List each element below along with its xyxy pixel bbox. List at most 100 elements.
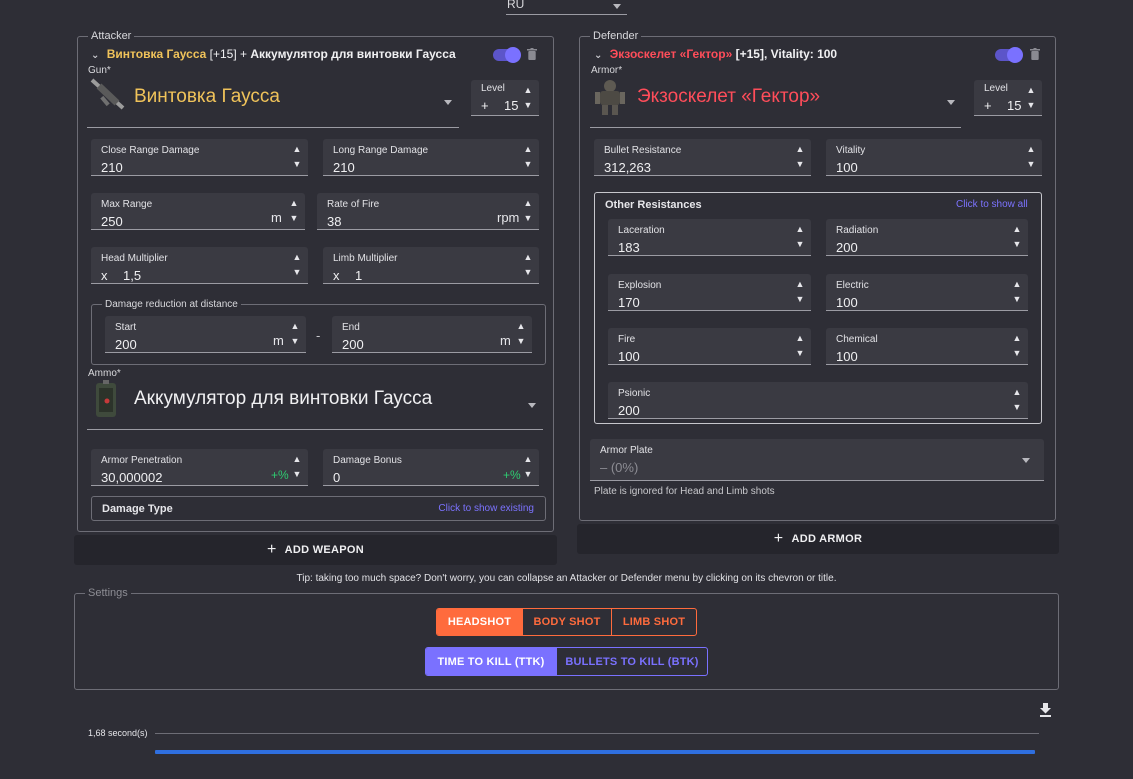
fire-field[interactable]: Fire 100 ▲ ▼: [608, 328, 811, 365]
level-stepper[interactable]: ▲ ▼: [522, 83, 534, 113]
level-stepper[interactable]: ▲ ▼: [1025, 83, 1037, 113]
stepper[interactable]: ▲ ▼: [515, 319, 527, 349]
chevron-down-icon[interactable]: ⌄: [594, 50, 602, 61]
damage-type-link[interactable]: Click to show existing: [438, 503, 534, 514]
chevron-down-icon[interactable]: ▼: [515, 334, 527, 349]
headshot-button[interactable]: HEADSHOT: [437, 609, 522, 635]
max-range-field[interactable]: Max Range 250 m ▲ ▼: [91, 193, 305, 230]
defender-title[interactable]: ⌄ Экзоскелет «Гектор» [+15], Vitality: 1…: [594, 47, 837, 61]
chevron-up-icon[interactable]: ▲: [289, 319, 301, 334]
add-armor-button[interactable]: + ADD ARMOR: [577, 524, 1059, 554]
psionic-field[interactable]: Psionic 200 ▲ ▼: [608, 382, 1028, 419]
chevron-down-icon[interactable]: ▼: [1011, 292, 1023, 307]
stepper[interactable]: ▲ ▼: [289, 319, 301, 349]
stepper[interactable]: ▲ ▼: [522, 196, 534, 226]
stepper[interactable]: ▲ ▼: [1011, 385, 1023, 415]
stepper[interactable]: ▲ ▼: [794, 277, 806, 307]
chevron-up-icon[interactable]: ▲: [794, 222, 806, 237]
stepper[interactable]: ▲ ▼: [288, 196, 300, 226]
chevron-up-icon[interactable]: ▲: [522, 196, 534, 211]
attacker-title[interactable]: ⌄ Винтовка Гаусса [+15] + Аккумулятор дл…: [91, 47, 456, 61]
armor-penetration-field[interactable]: Armor Penetration 30,000002 +% ▲ ▼: [91, 449, 308, 486]
rate-of-fire-field[interactable]: Rate of Fire 38 rpm ▲ ▼: [317, 193, 539, 230]
laceration-field[interactable]: Laceration 183 ▲ ▼: [608, 219, 811, 256]
chevron-down-icon[interactable]: ▼: [1025, 157, 1037, 172]
chevron-up-icon[interactable]: ▲: [522, 142, 534, 157]
add-weapon-button[interactable]: + ADD WEAPON: [74, 535, 557, 565]
stepper[interactable]: ▲ ▼: [1011, 222, 1023, 252]
electric-field[interactable]: Electric 100 ▲ ▼: [826, 274, 1028, 311]
stepper[interactable]: ▲ ▼: [1025, 142, 1037, 172]
chevron-down-icon[interactable]: ▼: [522, 157, 534, 172]
chevron-down-icon[interactable]: ▼: [1011, 400, 1023, 415]
explosion-field[interactable]: Explosion 170 ▲ ▼: [608, 274, 811, 311]
chevron-down-icon[interactable]: ▼: [522, 265, 534, 280]
download-icon[interactable]: [1039, 703, 1052, 717]
long-range-damage-field[interactable]: Long Range Damage 210 ▲ ▼: [323, 139, 539, 176]
chemical-field[interactable]: Chemical 100 ▲ ▼: [826, 328, 1028, 365]
close-range-damage-field[interactable]: Close Range Damage 210 ▲ ▼: [91, 139, 308, 176]
chevron-up-icon[interactable]: ▲: [522, 452, 534, 467]
stepper[interactable]: ▲ ▼: [522, 250, 534, 280]
chevron-down-icon[interactable]: ▼: [1025, 98, 1037, 113]
body-shot-button[interactable]: BODY SHOT: [522, 609, 611, 635]
chevron-down-icon[interactable]: ▼: [1011, 237, 1023, 252]
stepper[interactable]: ▲ ▼: [291, 250, 303, 280]
chevron-down-icon[interactable]: ▼: [522, 467, 534, 482]
chevron-up-icon[interactable]: ▲: [1011, 222, 1023, 237]
chevron-down-icon[interactable]: ▼: [794, 292, 806, 307]
damage-bonus-field[interactable]: Damage Bonus 0 +% ▲ ▼: [323, 449, 539, 486]
chevron-down-icon[interactable]: ▼: [522, 211, 534, 226]
chevron-up-icon[interactable]: ▲: [794, 142, 806, 157]
chevron-up-icon[interactable]: ▲: [291, 452, 303, 467]
damage-type-box[interactable]: Damage Type Click to show existing: [91, 496, 546, 521]
defender-enable-toggle[interactable]: [995, 47, 1023, 63]
reduction-start-field[interactable]: Start 200 m ▲ ▼: [105, 316, 306, 353]
chevron-up-icon[interactable]: ▲: [291, 250, 303, 265]
limb-multiplier-field[interactable]: Limb Multiplier x 1 ▲ ▼: [323, 247, 539, 284]
stepper[interactable]: ▲ ▼: [522, 452, 534, 482]
chevron-up-icon[interactable]: ▲: [522, 250, 534, 265]
stepper[interactable]: ▲ ▼: [794, 222, 806, 252]
language-select[interactable]: RU: [506, 0, 627, 15]
ammo-select[interactable]: Аккумулятор для винтовки Гаусса: [87, 378, 543, 430]
chevron-down-icon[interactable]: [528, 403, 536, 408]
trash-icon[interactable]: [527, 48, 537, 60]
chevron-down-icon[interactable]: ▼: [289, 334, 301, 349]
chevron-down-icon[interactable]: [444, 100, 452, 105]
vitality-field[interactable]: Vitality 100 ▲ ▼: [826, 139, 1042, 176]
chevron-down-icon[interactable]: ▼: [522, 98, 534, 113]
radiation-field[interactable]: Radiation 200 ▲ ▼: [826, 219, 1028, 256]
stepper[interactable]: ▲ ▼: [522, 142, 534, 172]
chevron-up-icon[interactable]: ▲: [1011, 331, 1023, 346]
stepper[interactable]: ▲ ▼: [291, 142, 303, 172]
gun-select[interactable]: Винтовка Гаусса: [87, 78, 459, 128]
chevron-up-icon[interactable]: ▲: [288, 196, 300, 211]
chevron-down-icon[interactable]: [1022, 458, 1030, 463]
reduction-end-field[interactable]: End 200 m ▲ ▼: [332, 316, 532, 353]
attacker-enable-toggle[interactable]: [493, 47, 521, 63]
chevron-down-icon[interactable]: ▼: [291, 157, 303, 172]
armor-level-field[interactable]: Level + 15 ▲ ▼: [974, 80, 1042, 116]
stepper[interactable]: ▲ ▼: [794, 142, 806, 172]
armor-plate-select[interactable]: Armor Plate – (0%): [590, 439, 1044, 481]
stepper[interactable]: ▲ ▼: [1011, 277, 1023, 307]
chevron-up-icon[interactable]: ▲: [1011, 277, 1023, 292]
chevron-up-icon[interactable]: ▲: [291, 142, 303, 157]
chevron-down-icon[interactable]: ▼: [288, 211, 300, 226]
chevron-down-icon[interactable]: ▼: [794, 237, 806, 252]
head-multiplier-field[interactable]: Head Multiplier x 1,5 ▲ ▼: [91, 247, 308, 284]
chevron-down-icon[interactable]: ▼: [794, 157, 806, 172]
bullet-resistance-field[interactable]: Bullet Resistance 312,263 ▲ ▼: [594, 139, 811, 176]
chevron-down-icon[interactable]: ▼: [1011, 346, 1023, 361]
stepper[interactable]: ▲ ▼: [1011, 331, 1023, 361]
chevron-up-icon[interactable]: ▲: [522, 83, 534, 98]
stepper[interactable]: ▲ ▼: [291, 452, 303, 482]
gun-level-field[interactable]: Level + 15 ▲ ▼: [471, 80, 539, 116]
trash-icon[interactable]: [1030, 48, 1040, 60]
chevron-down-icon[interactable]: ▼: [794, 346, 806, 361]
time-to-kill-button[interactable]: TIME TO KILL (TTK): [426, 648, 556, 675]
chevron-up-icon[interactable]: ▲: [794, 331, 806, 346]
limb-shot-button[interactable]: LIMB SHOT: [611, 609, 696, 635]
chevron-up-icon[interactable]: ▲: [515, 319, 527, 334]
